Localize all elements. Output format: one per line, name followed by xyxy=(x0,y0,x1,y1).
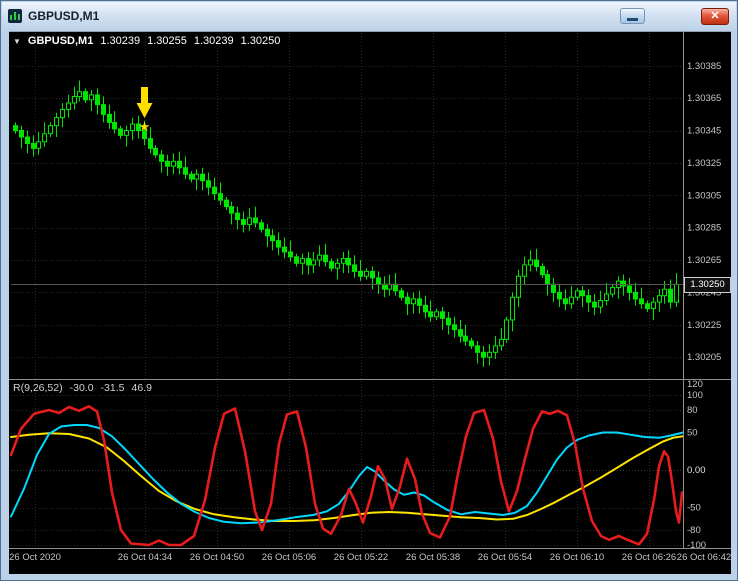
svg-text:26 Oct 06:42: 26 Oct 06:42 xyxy=(677,552,731,563)
svg-text:-80: -80 xyxy=(687,525,701,536)
svg-text:-100: -100 xyxy=(687,540,706,551)
chart-window-icon xyxy=(8,9,22,23)
svg-text:26 Oct 05:54: 26 Oct 05:54 xyxy=(478,552,532,563)
chart-client-area[interactable]: 1.30385 1.30365 1.30345 1.30325 1.30305 1.302… xyxy=(9,31,731,574)
minimize-button[interactable] xyxy=(620,8,645,24)
close-value: 1.30250 xyxy=(240,35,281,47)
svg-text:26 Oct 06:26: 26 Oct 06:26 xyxy=(622,552,676,563)
high-value: 1.30255 xyxy=(147,35,187,47)
chart-symbol-header: ▼ GBPUSD,M1 1.30239 1.30255 1.30239 1.30… xyxy=(13,35,280,47)
svg-text:1.30385: 1.30385 xyxy=(687,61,721,72)
frame-layer xyxy=(9,31,731,549)
svg-text:1.30305: 1.30305 xyxy=(687,190,721,201)
svg-text:26 Oct 04:50: 26 Oct 04:50 xyxy=(190,552,244,563)
svg-text:0.00: 0.00 xyxy=(687,465,706,476)
collapse-arrow-icon[interactable]: ▼ xyxy=(13,37,21,46)
window-title: GBPUSD,M1 xyxy=(28,9,100,23)
down-arrow-annotation xyxy=(136,87,153,118)
indicator-value-2: -31.5 xyxy=(100,382,125,394)
svg-text:1.30265: 1.30265 xyxy=(687,255,721,266)
svg-text:26 Oct 05:06: 26 Oct 05:06 xyxy=(262,552,316,563)
svg-text:100: 100 xyxy=(687,390,703,401)
oscillator-line-fast-red xyxy=(9,404,684,547)
low-value: 1.30239 xyxy=(193,35,234,47)
symbol-label: GBPUSD,M1 xyxy=(27,35,94,47)
svg-text:26 Oct 06:10: 26 Oct 06:10 xyxy=(550,552,604,563)
svg-text:80: 80 xyxy=(687,405,698,416)
indicator-label: R(9,26,52) -30.0 -31.5 46.9 xyxy=(13,382,152,394)
svg-text:120: 120 xyxy=(687,379,703,390)
svg-text:-50: -50 xyxy=(687,503,701,514)
close-button[interactable]: ✕ xyxy=(701,7,729,25)
open-value: 1.30239 xyxy=(100,35,141,47)
svg-text:26 Oct 2020: 26 Oct 2020 xyxy=(9,552,61,563)
svg-text:1.30365: 1.30365 xyxy=(687,93,721,104)
indicator-value-3: 46.9 xyxy=(131,382,152,394)
star-annotation: ★ xyxy=(139,119,151,134)
oscillator-lines-layer xyxy=(9,404,684,547)
svg-text:50: 50 xyxy=(687,428,698,439)
time-axis-labels[interactable]: 26 Oct 2020 26 Oct 04:34 26 Oct 04:50 26 Oc… xyxy=(9,552,731,563)
svg-text:1.30225: 1.30225 xyxy=(687,320,721,331)
window-titlebar[interactable]: GBPUSD,M1 ✕ xyxy=(2,2,736,30)
svg-text:26 Oct 05:38: 26 Oct 05:38 xyxy=(406,552,460,563)
annotations-layer: ★ xyxy=(136,87,153,134)
minimize-icon xyxy=(627,18,638,21)
svg-text:26 Oct 04:34: 26 Oct 04:34 xyxy=(118,552,172,563)
indicator-name: R(9,26,52) xyxy=(13,382,63,394)
svg-text:1.30205: 1.30205 xyxy=(687,352,721,363)
svg-text:1.30325: 1.30325 xyxy=(687,158,721,169)
axis-labels-layer[interactable]: 1.30385 1.30365 1.30345 1.30325 1.30305 1.302… xyxy=(687,61,721,551)
svg-text:1.30345: 1.30345 xyxy=(687,126,721,137)
chart-window: GBPUSD,M1 ✕ 1.30385 1.30365 1.30345 1.30325… xyxy=(0,0,738,581)
indicator-value-1: -30.0 xyxy=(69,382,94,394)
svg-text:26 Oct 05:22: 26 Oct 05:22 xyxy=(334,552,388,563)
current-price-marker: 1.30250 xyxy=(684,277,731,293)
candles-layer xyxy=(13,80,679,367)
chart-canvas[interactable]: 1.30385 1.30365 1.30345 1.30325 1.30305 1.302… xyxy=(9,31,731,574)
svg-text:1.30285: 1.30285 xyxy=(687,223,721,234)
